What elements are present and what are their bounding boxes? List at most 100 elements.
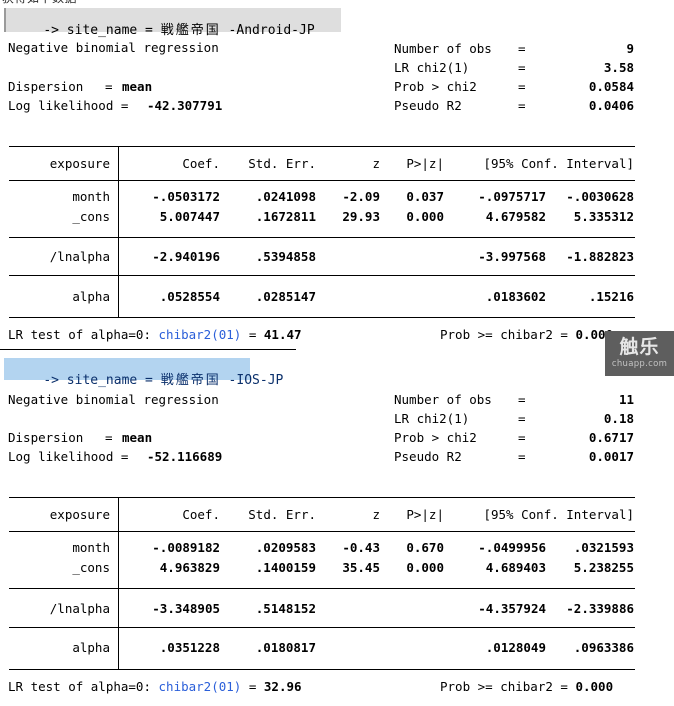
stat-eq-pseudor2-2: = — [518, 449, 526, 464]
stat-eq-probchi2-2: = — [518, 430, 526, 445]
table-rule-lnalpha-2 — [9, 627, 635, 628]
table-cell-stderr: .0209583 — [255, 540, 316, 555]
lr-test-value: 32.96 — [263, 679, 302, 694]
watermark-logo-text: 触乐 — [619, 336, 660, 359]
loglik-label-2: Log likelihood = — [8, 449, 129, 464]
stat-value-probchi2-2: 0.6717 — [588, 430, 634, 445]
table-row-name: alpha — [72, 289, 110, 304]
stat-label-probchi2-2: Prob > chi2 — [394, 430, 477, 445]
site-name-suffix: -Android-JP — [220, 23, 315, 38]
site-name-header-android[interactable]: -> site_name = 戦艦帝国 -Android-JP — [4, 8, 341, 37]
table-cell-ci-high: 5.238255 — [573, 560, 634, 575]
dispersion-label-1: Dispersion — [8, 79, 84, 94]
table-rule-mid-2 — [9, 588, 635, 589]
table-row-name: /lnalpha — [49, 601, 110, 616]
table-col-exposure-2: exposure — [49, 507, 110, 522]
loglik-label-1: Log likelihood = — [8, 98, 129, 113]
top-cutoff-text: 获得如下数据 — [2, 0, 77, 4]
table-cell-stderr: .0180817 — [255, 640, 316, 655]
site-name-cjk: 戦艦帝国 — [160, 23, 221, 38]
table-col-p-1: P>|z| — [406, 156, 444, 171]
table-cell-ci-low: .0183602 — [485, 289, 546, 304]
table-row-name: _cons — [72, 209, 110, 224]
table-col-z-2: z — [372, 507, 380, 522]
stat-label-probchi2-1: Prob > chi2 — [394, 79, 477, 94]
table-col-coef-2: Coef. — [182, 507, 220, 522]
table-row-name: _cons — [72, 560, 110, 575]
table-col-ci-1: [95% Conf. Interval] — [483, 156, 634, 171]
watermark-chuapp: 触乐 chuapp.com — [605, 331, 674, 376]
stat-label-obs-1: Number of obs — [394, 41, 492, 56]
table-cell-stderr: .1672811 — [255, 209, 316, 224]
site-name-suffix: -IOS-JP — [220, 373, 284, 388]
table-cell-p: 0.000 — [406, 209, 444, 224]
stat-label-obs-2: Number of obs — [394, 392, 492, 407]
stata-output-page: 获得如下数据 -> site_name = 戦艦帝国 -Android-JP N… — [0, 0, 674, 706]
table-cell-coef: -.0089182 — [152, 540, 220, 555]
table-cell-ci-high: .0321593 — [573, 540, 634, 555]
table-rule-bottom-2 — [9, 669, 635, 670]
lr-test-stat: chibar2(01) — [158, 679, 242, 694]
table-cell-coef: -.0503172 — [152, 189, 220, 204]
table-cell-stderr: .0241098 — [255, 189, 316, 204]
table-cell-ci-low: -3.997568 — [478, 249, 546, 264]
table-rule-header-1 — [9, 180, 635, 181]
table-row-name: month — [72, 540, 110, 555]
lr-test-eq: = — [241, 679, 264, 694]
stat-eq-pseudor2-1: = — [518, 98, 526, 113]
regression-title-2: Negative binomial regression — [8, 392, 219, 407]
stat-value-lrchi2-2: 0.18 — [603, 411, 634, 426]
table-cell-coef: .0528554 — [159, 289, 220, 304]
table-rule-top-2 — [9, 497, 635, 498]
stat-eq-lrchi2-1: = — [518, 60, 526, 75]
table-cell-p: 0.037 — [406, 189, 444, 204]
dispersion-value-1: mean — [122, 79, 153, 94]
table-cell-ci-low: -.0975717 — [478, 189, 546, 204]
table-col-exposure-1: exposure — [49, 156, 110, 171]
site-name-prefix: -> site_name = — [43, 23, 161, 38]
table-cell-ci-high: .0963386 — [573, 640, 634, 655]
lr-test-value: 41.47 — [263, 327, 302, 342]
lr-prob-line-1: Prob >= chibar2 = 0.000 — [440, 327, 613, 342]
stat-value-probchi2-1: 0.0584 — [588, 79, 634, 94]
table-cell-ci-low: -.0499956 — [478, 540, 546, 555]
stat-label-pseudor2-1: Pseudo R2 — [394, 98, 462, 113]
stat-label-lrchi2-2: LR chi2(1) — [394, 411, 470, 426]
table-cell-coef: -3.348905 — [152, 601, 220, 616]
stat-eq-obs-2: = — [518, 392, 526, 407]
table-cell-ci-high: 5.335312 — [573, 209, 634, 224]
stat-value-obs-1: 9 — [626, 41, 634, 56]
stat-label-lrchi2-1: LR chi2(1) — [394, 60, 470, 75]
site-name-header-ios[interactable]: -> site_name = 戦艦帝国 -IOS-JP — [4, 358, 283, 387]
stat-value-obs-2: 11 — [618, 392, 634, 407]
lr-test-eq: = — [241, 327, 264, 342]
table-col-p-2: P>|z| — [406, 507, 444, 522]
stat-value-pseudor2-2: 0.0017 — [588, 449, 634, 464]
table-cell-coef: 4.963829 — [159, 560, 220, 575]
table-rule-bottom-1 — [9, 317, 635, 318]
table-cell-stderr: .0285147 — [255, 289, 316, 304]
lr-prob-label: Prob >= chibar2 = — [440, 679, 576, 694]
table-rule-mid-1 — [9, 237, 635, 238]
table-cell-p: 0.670 — [406, 540, 444, 555]
regression-title-1: Negative binomial regression — [8, 40, 219, 55]
table-cell-ci-high: -2.339886 — [566, 601, 634, 616]
lr-test-stat: chibar2(01) — [158, 327, 242, 342]
table-cell-stderr: .1400159 — [255, 560, 316, 575]
lr-test-line-1: LR test of alpha=0: chibar2(01) = 41.47 — [8, 327, 302, 342]
table-cell-ci-high: -1.882823 — [566, 249, 634, 264]
lr-prob-label: Prob >= chibar2 = — [440, 327, 576, 342]
loglik-value-2: -52.116689 — [147, 449, 223, 464]
site-name-cjk: 戦艦帝国 — [160, 373, 221, 388]
table-cell-z: 35.45 — [342, 560, 380, 575]
dispersion-eq-1: = — [105, 79, 113, 94]
table-cell-stderr: .5148152 — [255, 601, 316, 616]
table-vrule-1 — [118, 146, 119, 317]
table-rule-header-2 — [9, 531, 635, 532]
table-col-stderr-2: Std. Err. — [248, 507, 316, 522]
stat-label-pseudor2-2: Pseudo R2 — [394, 449, 462, 464]
table-row-name: month — [72, 189, 110, 204]
table-cell-coef: 5.007447 — [159, 209, 220, 224]
table-vrule-2 — [118, 497, 119, 669]
table-col-ci-2: [95% Conf. Interval] — [483, 507, 634, 522]
